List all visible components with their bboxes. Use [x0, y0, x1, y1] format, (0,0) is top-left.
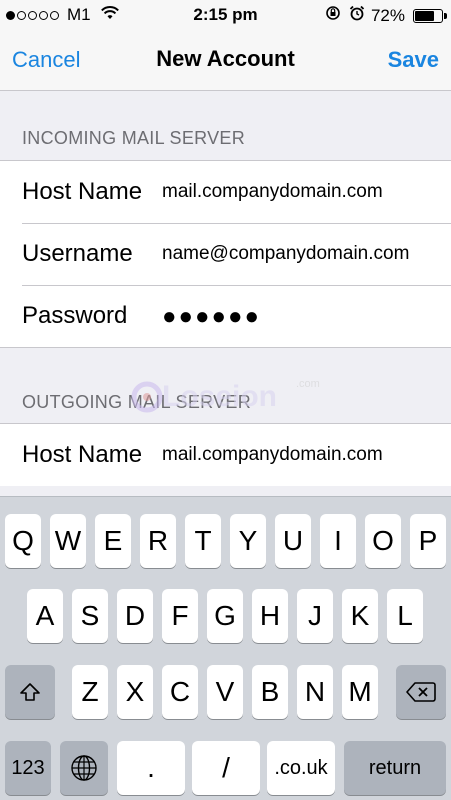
key-e[interactable]: E: [95, 514, 131, 568]
battery-percent: 72%: [370, 5, 405, 25]
key-n[interactable]: N: [297, 665, 333, 719]
key-i[interactable]: I: [320, 514, 356, 568]
key-c[interactable]: C: [162, 665, 198, 719]
outgoing-host-field[interactable]: mail.companydomain.com: [162, 444, 383, 466]
row-label: Password: [22, 302, 128, 329]
dot-key[interactable]: .: [117, 741, 185, 795]
slash-key[interactable]: /: [192, 741, 260, 795]
outgoing-section-header: OUTGOING MAIL SERVER: [22, 392, 252, 412]
key-w[interactable]: W: [50, 514, 86, 568]
key-q[interactable]: Q: [5, 514, 41, 568]
key-t[interactable]: T: [185, 514, 221, 568]
key-l[interactable]: L: [387, 589, 423, 643]
outgoing-host-row[interactable]: Host Name mail.companydomain.com: [0, 424, 451, 486]
key-r[interactable]: R: [140, 514, 176, 568]
key-p[interactable]: P: [410, 514, 446, 568]
shift-key[interactable]: [5, 665, 55, 719]
row-label: Host Name: [22, 441, 143, 468]
key-m[interactable]: M: [342, 665, 378, 719]
battery-fill: [415, 10, 434, 21]
save-button[interactable]: Save: [388, 47, 439, 73]
globe-key[interactable]: [60, 741, 108, 795]
incoming-username-field[interactable]: name@companydomain.com: [162, 243, 409, 265]
key-y[interactable]: Y: [230, 514, 266, 568]
key-h[interactable]: H: [252, 589, 288, 643]
status-bar: M1 2:15 pm 72%: [0, 0, 451, 30]
incoming-username-row[interactable]: Username name@companydomain.com: [0, 223, 451, 285]
globe-icon: [71, 755, 97, 781]
backspace-icon: [406, 682, 436, 702]
key-f[interactable]: F: [162, 589, 198, 643]
incoming-section-header: INCOMING MAIL SERVER: [22, 128, 246, 148]
row-label: Username: [22, 240, 133, 267]
rotation-lock-icon: [325, 5, 341, 26]
key-a[interactable]: A: [27, 589, 63, 643]
battery-icon: [413, 8, 447, 23]
alarm-icon: [349, 5, 365, 26]
key-j[interactable]: J: [297, 589, 333, 643]
watermark-suffix: .com: [296, 378, 320, 390]
status-right: 72%: [325, 5, 447, 26]
key-x[interactable]: X: [117, 665, 153, 719]
incoming-password-field[interactable]: ●●●●●●: [162, 303, 261, 331]
row-label: Host Name: [22, 178, 143, 205]
key-k[interactable]: K: [342, 589, 378, 643]
page-title: New Account: [156, 46, 295, 71]
incoming-group: Host Name mail.companydomain.com Usernam…: [0, 160, 451, 348]
key-v[interactable]: V: [207, 665, 243, 719]
outgoing-group: Host Name mail.companydomain.com: [0, 423, 451, 486]
couk-key[interactable]: .co.uk: [267, 741, 335, 795]
key-z[interactable]: Z: [72, 665, 108, 719]
keyboard: Q W E R T Y U I O P A S D F G H J K L Z …: [0, 496, 451, 800]
key-o[interactable]: O: [365, 514, 401, 568]
navigation-bar: Cancel New Account Save: [0, 30, 451, 91]
delete-key[interactable]: [396, 665, 446, 719]
incoming-host-field[interactable]: mail.companydomain.com: [162, 181, 383, 203]
key-g[interactable]: G: [207, 589, 243, 643]
incoming-host-row[interactable]: Host Name mail.companydomain.com: [0, 161, 451, 223]
incoming-password-row[interactable]: Password ●●●●●●: [0, 285, 451, 347]
numbers-key[interactable]: 123: [5, 741, 51, 795]
key-s[interactable]: S: [72, 589, 108, 643]
key-b[interactable]: B: [252, 665, 288, 719]
return-key[interactable]: return: [344, 741, 446, 795]
shift-icon: [20, 683, 40, 701]
key-d[interactable]: D: [117, 589, 153, 643]
key-u[interactable]: U: [275, 514, 311, 568]
